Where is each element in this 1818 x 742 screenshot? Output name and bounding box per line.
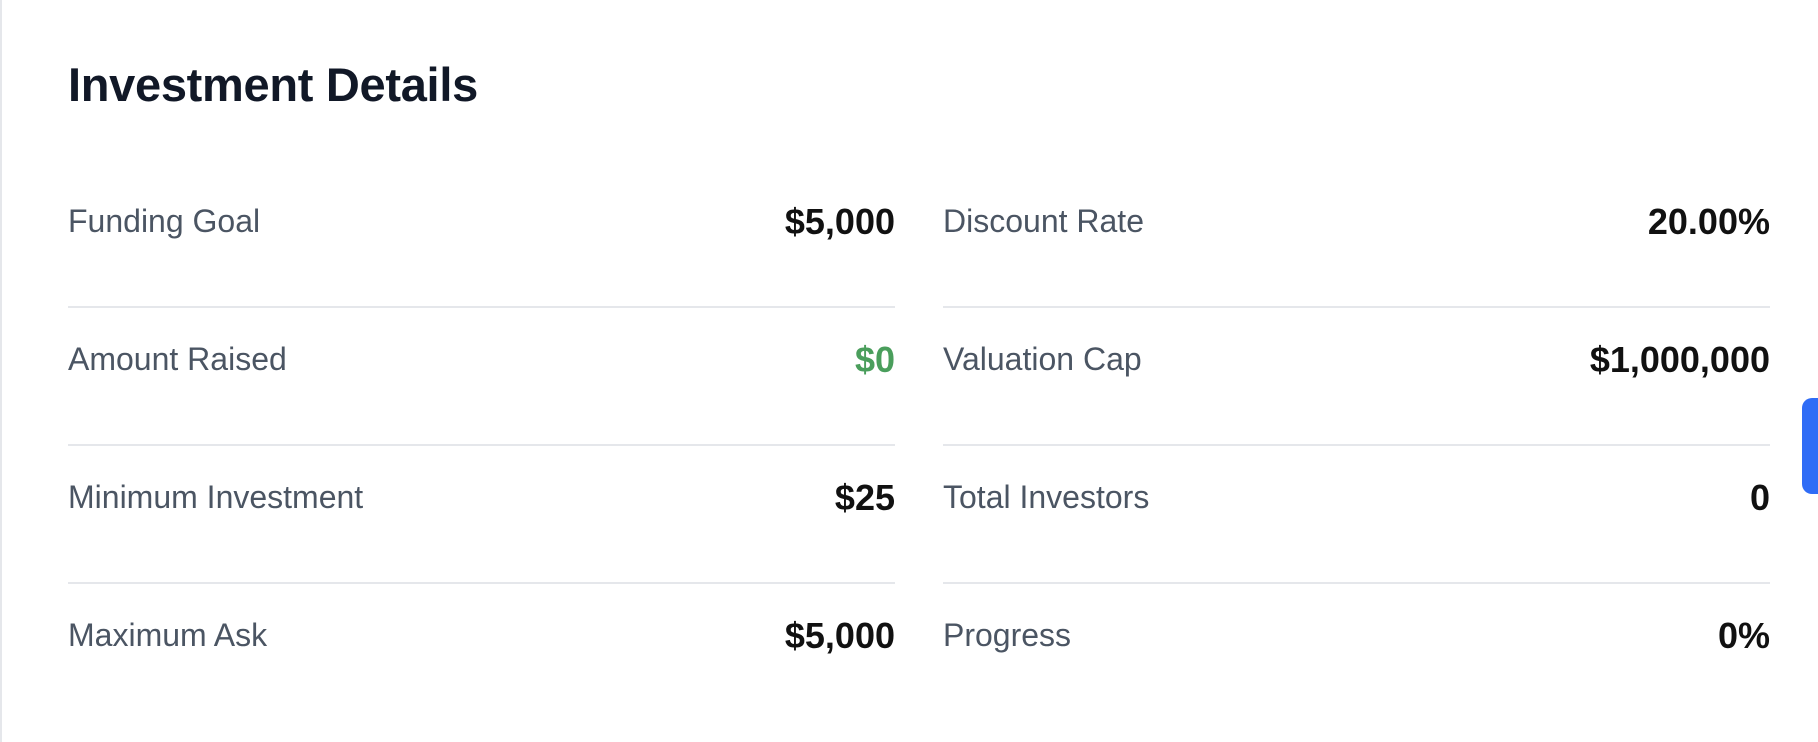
detail-row-minimum-investment: Minimum Investment $25 xyxy=(68,446,895,584)
detail-row-progress: Progress 0% xyxy=(943,584,1770,722)
detail-row-valuation-cap: Valuation Cap $1,000,000 xyxy=(943,308,1770,446)
maximum-ask-value: $5,000 xyxy=(784,615,895,656)
progress-value: 0% xyxy=(1717,615,1770,656)
minimum-investment-value: $25 xyxy=(834,477,895,518)
discount-rate-label: Discount Rate xyxy=(943,203,1144,239)
amount-raised-label: Amount Raised xyxy=(68,341,287,377)
total-investors-value: 0 xyxy=(1749,477,1770,518)
funding-goal-label: Funding Goal xyxy=(68,203,261,239)
detail-row-funding-goal: Funding Goal $5,000 xyxy=(68,170,895,308)
side-feedback-tab[interactable] xyxy=(1802,398,1818,494)
valuation-cap-label: Valuation Cap xyxy=(943,341,1142,377)
section-title: Investment Details xyxy=(68,58,478,111)
detail-row-total-investors: Total Investors 0 xyxy=(943,446,1770,584)
maximum-ask-label: Maximum Ask xyxy=(68,617,268,653)
total-investors-label: Total Investors xyxy=(943,479,1150,515)
valuation-cap-value: $1,000,000 xyxy=(1589,339,1770,380)
minimum-investment-label: Minimum Investment xyxy=(68,479,364,515)
funding-goal-value: $5,000 xyxy=(784,201,895,242)
detail-row-amount-raised: Amount Raised $0 xyxy=(68,308,895,446)
detail-row-maximum-ask: Maximum Ask $5,000 xyxy=(68,584,895,722)
details-column-left: Funding Goal $5,000 Amount Raised $0 Min… xyxy=(68,170,895,722)
discount-rate-value: 20.00% xyxy=(1647,201,1770,242)
progress-label: Progress xyxy=(943,617,1072,653)
amount-raised-value: $0 xyxy=(854,339,895,380)
detail-row-discount-rate: Discount Rate 20.00% xyxy=(943,170,1770,308)
details-column-right: Discount Rate 20.00% Valuation Cap $1,00… xyxy=(943,170,1770,722)
investment-details-card: Investment Details Funding Goal $5,000 A… xyxy=(0,0,1818,742)
